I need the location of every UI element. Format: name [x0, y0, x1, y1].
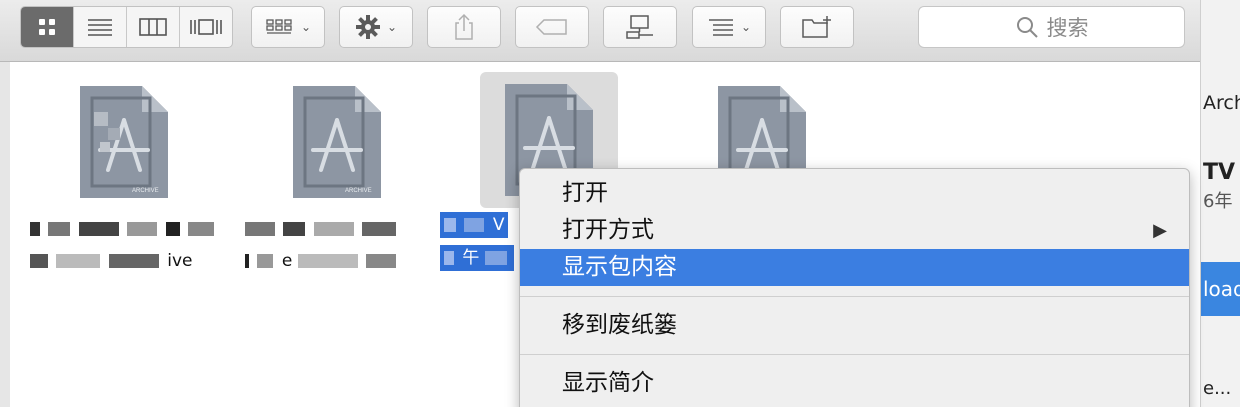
- new-folder-button[interactable]: [780, 6, 854, 48]
- xcode-archive-icon: ARCHIVE: [293, 86, 381, 198]
- share-icon: [455, 13, 473, 40]
- menu-item-label: 显示包内容: [562, 254, 677, 280]
- redacted-block: [444, 251, 454, 265]
- archive-file-icon-wrap: ARCHIVE: [268, 74, 406, 210]
- menu-separator: [520, 296, 1189, 297]
- file-name-2-line2: e: [245, 248, 399, 274]
- toolbar: ⌄ ⌄ ⌄ 搜索: [0, 0, 1200, 62]
- arrange-grid-icon: [266, 19, 292, 34]
- menu-item-show-package-contents[interactable]: 显示包内容: [520, 249, 1189, 286]
- file-item[interactable]: ARCHIVE: [267, 74, 407, 210]
- arrange-button[interactable]: ⌄: [251, 6, 325, 48]
- sort-list-icon: [708, 19, 733, 36]
- panel-date-text: 6年: [1203, 191, 1233, 212]
- archive-badge: ARCHIVE: [132, 188, 159, 194]
- redacted-block: [48, 222, 71, 236]
- chevron-down-icon: ⌄: [300, 20, 312, 34]
- gear-icon: [355, 15, 380, 39]
- menu-item-open[interactable]: 打开: [520, 175, 1189, 212]
- file-item[interactable]: ARCHIVE: [54, 74, 194, 210]
- archive-badge: ARCHIVE: [345, 188, 372, 194]
- redacted-block: [464, 218, 485, 232]
- redacted-block: [297, 254, 358, 268]
- redacted-block: [245, 254, 249, 268]
- menu-item-label: 移到废纸篓: [562, 312, 677, 338]
- redacted-block: [108, 254, 159, 268]
- file-name-2: [245, 216, 399, 242]
- redacted-block: [313, 222, 354, 236]
- redacted-block: [127, 222, 158, 236]
- menu-item-get-info[interactable]: 显示简介: [520, 365, 1189, 402]
- redacted-block: [257, 254, 274, 268]
- connect-server-icon: [626, 15, 653, 39]
- redacted-block: [245, 222, 275, 236]
- column-view-button[interactable]: [127, 7, 180, 47]
- panel-title-text: Arch: [1203, 92, 1240, 114]
- xcode-archive-icon: ARCHIVE: [80, 86, 168, 198]
- menu-item-label: 显示简介: [562, 370, 654, 396]
- list-view-button[interactable]: [74, 7, 127, 47]
- search-placeholder: 搜索: [1046, 16, 1089, 40]
- connect-server-button[interactable]: [603, 6, 677, 48]
- new-folder-icon: [802, 16, 831, 38]
- redacted-block: [78, 222, 119, 236]
- search-field[interactable]: 搜索: [918, 6, 1185, 48]
- icon-view-icon: [39, 19, 55, 35]
- redacted-block: [30, 254, 48, 268]
- preview-panel: Arch TV 6年 load e...: [1200, 0, 1240, 407]
- sidebar-edge: [0, 62, 10, 407]
- redacted-block: [283, 222, 306, 236]
- redacted-block: [165, 222, 180, 236]
- upload-button[interactable]: load: [1201, 262, 1240, 316]
- menu-separator: [520, 354, 1189, 355]
- redacted-block: [366, 254, 397, 268]
- redacted-block: [188, 222, 215, 236]
- file-name-3-selected: V: [440, 212, 509, 238]
- redacted-block: [484, 251, 507, 265]
- submenu-arrow-icon: ▶: [1153, 220, 1167, 241]
- coverflow-view-icon: [190, 19, 222, 35]
- chevron-down-icon: ⌄: [386, 20, 398, 34]
- redacted-block: [30, 222, 40, 236]
- tags-button[interactable]: [515, 6, 589, 48]
- action-button[interactable]: ⌄: [339, 6, 413, 48]
- file-name-text: V: [492, 215, 505, 235]
- share-button[interactable]: [427, 6, 501, 48]
- chevron-down-icon: ⌄: [740, 20, 752, 34]
- icon-view-button[interactable]: [21, 7, 74, 47]
- menu-item-open-with[interactable]: 打开方式 ▶: [520, 212, 1189, 249]
- sort-button[interactable]: ⌄: [692, 6, 766, 48]
- coverflow-view-button[interactable]: [180, 7, 232, 47]
- file-name-1: [30, 216, 217, 242]
- menu-item-label: 打开方式: [562, 217, 654, 243]
- file-name-text: ive: [167, 251, 193, 271]
- column-view-icon: [139, 18, 167, 36]
- panel-more-text: e...: [1203, 378, 1232, 399]
- file-name-3-selected-line2: 午: [440, 245, 514, 271]
- view-mode-segmented-control: [20, 6, 233, 48]
- file-name-1-line2: ive: [30, 248, 192, 274]
- context-menu: 打开 打开方式 ▶ 显示包内容 移到废纸篓 显示简介: [519, 168, 1190, 407]
- archive-file-icon-wrap: ARCHIVE: [55, 74, 193, 210]
- redacted-block: [444, 218, 456, 232]
- redacted-block: [362, 222, 397, 236]
- redacted-block: [56, 254, 101, 268]
- file-name-text: 午: [462, 248, 480, 268]
- list-view-icon: [88, 19, 112, 36]
- tag-icon: [535, 19, 567, 35]
- menu-item-label: 打开: [562, 180, 608, 206]
- search-icon: [1016, 17, 1038, 38]
- menu-item-move-to-trash[interactable]: 移到废纸篓: [520, 307, 1189, 344]
- file-name-text: e: [281, 251, 293, 271]
- panel-name-text: TV: [1203, 160, 1236, 185]
